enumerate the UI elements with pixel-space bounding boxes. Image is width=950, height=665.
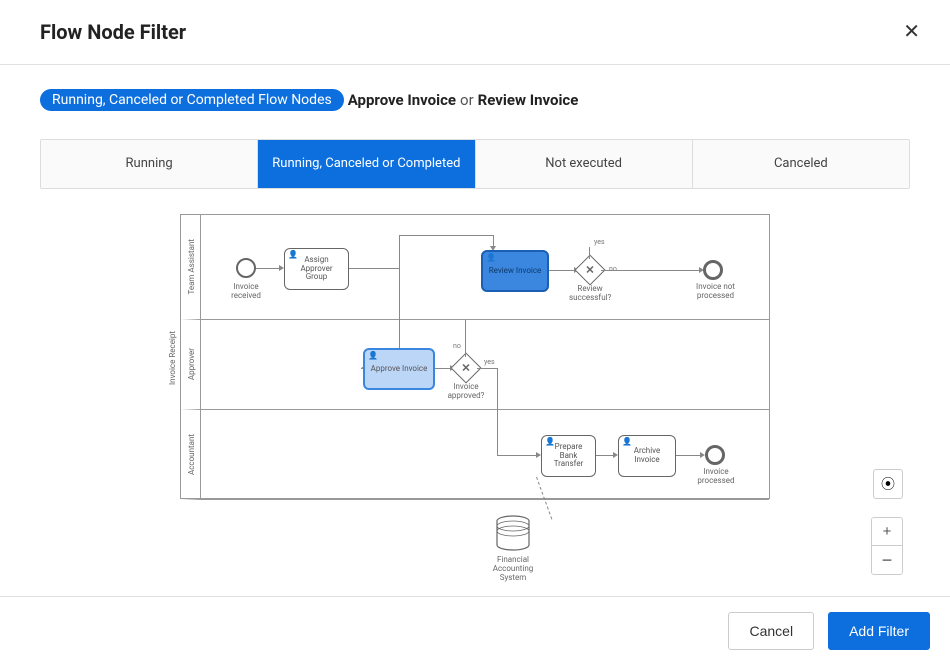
tab-not-executed[interactable]: Not executed (476, 140, 693, 188)
flow (361, 368, 362, 369)
flow (589, 247, 590, 259)
start-event-label: Invoice received (226, 283, 266, 301)
pool-label: Invoice Receipt (163, 215, 181, 500)
task-review-invoice[interactable]: 👤 Review Invoice (481, 250, 549, 292)
close-icon: ✕ (903, 21, 920, 43)
add-filter-button[interactable]: Add Filter (828, 612, 930, 650)
branch-yes: yes (594, 238, 605, 246)
lane-approver: Approver 👤 Approve Invoice ✕ Invoice app… (181, 320, 769, 410)
filter-type-pill: Running, Canceled or Completed Flow Node… (40, 89, 344, 111)
start-event-invoice-received[interactable] (236, 258, 256, 278)
dialog-header: Flow Node Filter ✕ (0, 0, 950, 65)
branch-yes: yes (484, 358, 495, 366)
end-event-label-not-processed: Invoice not processed (693, 283, 738, 301)
task-approve-invoice[interactable]: 👤 Approve Invoice (363, 348, 435, 390)
dialog-content: Running, Canceled or Completed Flow Node… (0, 65, 950, 618)
filter-or: or (460, 91, 474, 109)
flow (497, 368, 498, 410)
flow (399, 235, 400, 268)
flow (465, 320, 466, 357)
close-button[interactable]: ✕ (903, 22, 920, 42)
lane-team-assistant: Team Assistant Invoice received 👤 Assign… (181, 215, 769, 320)
branch-no: no (453, 342, 461, 350)
bpmn-pool[interactable]: Invoice Receipt Team Assistant Invoice r… (180, 214, 770, 499)
end-event-not-processed[interactable] (703, 260, 723, 280)
filter-node-2: Review Invoice (478, 91, 579, 109)
user-task-icon: 👤 (368, 352, 378, 361)
end-event-processed[interactable] (705, 445, 725, 465)
pool-label-text: Invoice Receipt (168, 331, 177, 385)
task-assign-approver-group[interactable]: 👤 Assign Approver Group (284, 248, 349, 290)
cancel-button[interactable]: Cancel (728, 612, 814, 650)
flow (497, 455, 539, 456)
filter-tabs: Running Running, Canceled or Completed N… (40, 139, 910, 189)
gateway-label-approved: Invoice approved? (445, 383, 487, 401)
flow (601, 270, 701, 271)
filter-node-1: Approve Invoice (348, 91, 456, 109)
diagram-controls: ⦿ + − (871, 469, 903, 599)
user-task-icon: 👤 (288, 251, 298, 260)
flow (549, 270, 577, 271)
zoom-controls: + − (871, 517, 903, 575)
tab-running[interactable]: Running (41, 140, 258, 188)
flow (477, 368, 497, 369)
minus-icon: − (882, 556, 893, 565)
branch-no: no (609, 265, 617, 273)
tab-canceled[interactable]: Canceled (693, 140, 909, 188)
user-task-icon: 👤 (545, 438, 555, 447)
task-prepare-bank-transfer[interactable]: 👤 Prepare Bank Transfer (541, 435, 596, 477)
flow (676, 455, 703, 456)
lane-label-accountant: Accountant (183, 410, 201, 499)
zoom-in-button[interactable]: + (872, 518, 902, 546)
flow (497, 410, 498, 455)
datastore-label: Financial Accounting System (483, 556, 543, 582)
zoom-out-button[interactable]: − (872, 546, 902, 574)
plus-icon: + (883, 523, 892, 540)
user-task-icon: 👤 (622, 438, 632, 447)
user-task-icon: 👤 (486, 254, 496, 263)
datastore-financial-accounting[interactable] (495, 514, 531, 554)
dialog-footer: Cancel Add Filter (0, 596, 950, 665)
flow (256, 268, 281, 269)
filter-summary: Running, Canceled or Completed Flow Node… (40, 89, 910, 111)
end-event-label-processed: Invoice processed (695, 468, 737, 486)
lane-accountant: Accountant 👤 Prepare Bank Transfer 👤 Arc… (181, 410, 769, 500)
dialog-title: Flow Node Filter (40, 20, 186, 44)
reset-viewport-button[interactable]: ⦿ (873, 469, 903, 499)
lane-label-approver: Approver (183, 320, 201, 409)
target-icon: ⦿ (881, 474, 895, 494)
flow (399, 235, 494, 236)
task-archive-invoice[interactable]: 👤 Archive Invoice (618, 435, 676, 477)
gateway-label-review: Review successful? (569, 285, 611, 303)
lane-label-team-assistant: Team Assistant (183, 215, 201, 319)
bpmn-diagram-area: Invoice Receipt Team Assistant Invoice r… (40, 214, 910, 594)
flow (349, 268, 399, 269)
tab-running-canceled-completed[interactable]: Running, Canceled or Completed (258, 140, 475, 188)
